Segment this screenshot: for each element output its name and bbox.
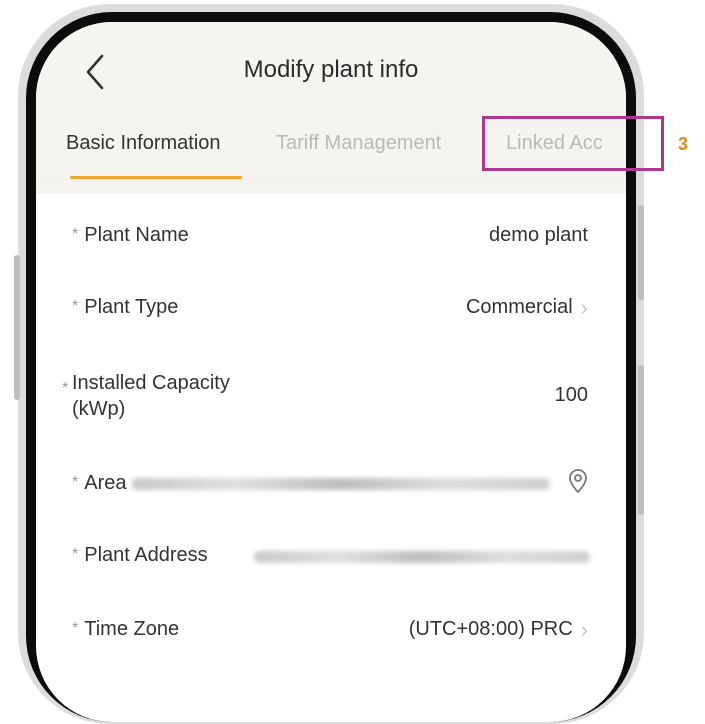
tab-basic-information[interactable]: Basic Information xyxy=(66,132,221,155)
chevron-right-icon: › xyxy=(580,616,588,642)
plant-name-value: demo plant xyxy=(489,224,588,246)
phone-side-button xyxy=(14,255,20,400)
required-mark: * xyxy=(62,380,69,397)
plant-address-row[interactable]: * Plant Address xyxy=(36,534,626,608)
required-mark: * xyxy=(72,620,79,637)
plant-name-label: Plant Name xyxy=(84,224,189,246)
installed-capacity-label: Installed Capacity xyxy=(72,372,230,394)
phone-side-button xyxy=(638,365,644,515)
page-title: Modify plant info xyxy=(243,56,419,83)
area-value-redacted xyxy=(132,478,550,490)
required-mark: * xyxy=(72,298,79,315)
installed-capacity-unit-label: (kWp) xyxy=(72,398,126,420)
plant-type-value: Commercial xyxy=(465,296,573,318)
required-mark: * xyxy=(72,474,79,491)
plant-type-label: Plant Type xyxy=(84,296,179,318)
divider xyxy=(36,179,626,180)
area-row[interactable]: * Area xyxy=(36,462,626,532)
plant-type-row[interactable]: * Plant Type Commercial › xyxy=(36,270,626,346)
time-zone-label: Time Zone xyxy=(84,618,180,640)
time-zone-value: (UTC+08:00) PRC xyxy=(408,618,573,640)
plant-address-label: Plant Address xyxy=(84,544,208,566)
required-mark: * xyxy=(72,226,79,243)
time-zone-row[interactable]: * Time Zone (UTC+08:00) PRC › xyxy=(36,612,626,686)
plant-address-value-redacted xyxy=(254,551,590,563)
installed-capacity-value: 100 xyxy=(554,384,588,406)
tab-tariff-management[interactable]: Tariff Management xyxy=(276,132,441,155)
highlight-box xyxy=(482,116,664,171)
plant-name-row[interactable]: * Plant Name demo plant xyxy=(36,194,626,278)
chevron-right-icon: › xyxy=(580,294,588,320)
location-pin-icon[interactable] xyxy=(568,468,588,494)
phone-side-button xyxy=(638,205,644,300)
area-label: Area xyxy=(84,472,127,494)
step-number-label: 3 xyxy=(678,134,689,154)
installed-capacity-row[interactable]: * Installed Capacity (kWp) 100 xyxy=(36,362,626,442)
required-mark: * xyxy=(72,546,79,563)
